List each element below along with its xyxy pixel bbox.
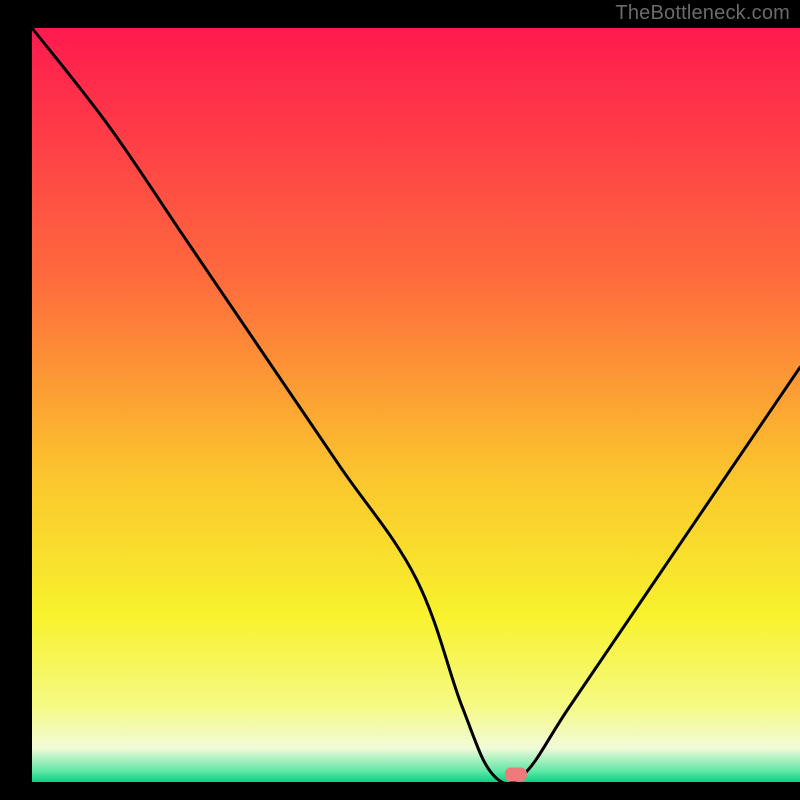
optimal-marker [505, 767, 527, 781]
plot-background [32, 28, 800, 782]
attribution-label: TheBottleneck.com [615, 2, 790, 25]
chart-container: TheBottleneck.com [0, 0, 800, 800]
bottleneck-chart [0, 0, 800, 800]
